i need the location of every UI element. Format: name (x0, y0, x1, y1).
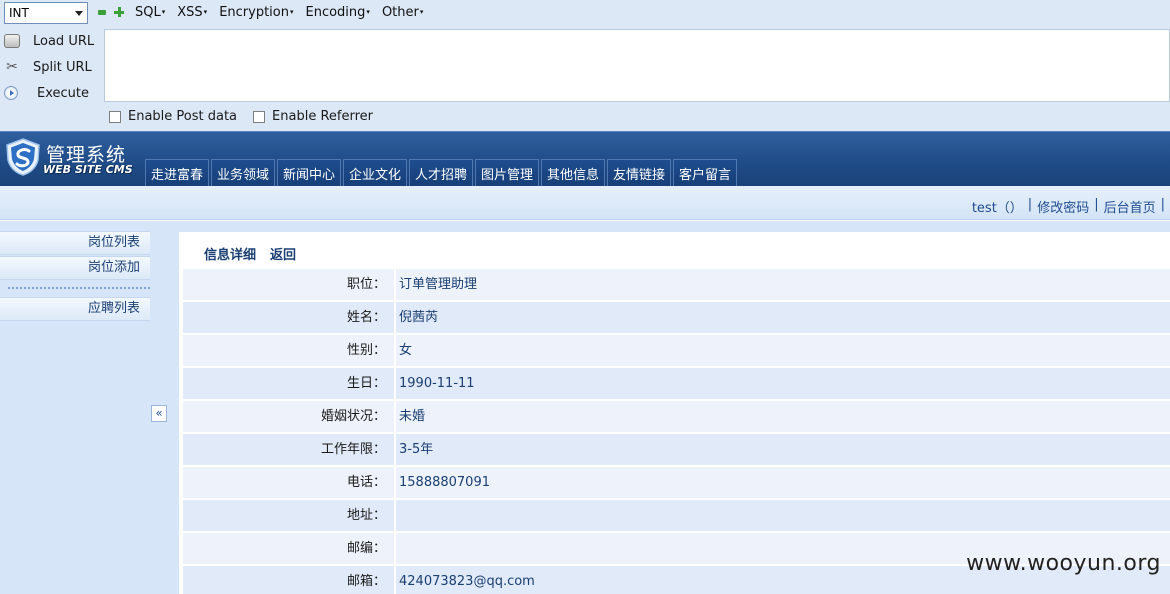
field-label: 工作年限： (183, 434, 396, 465)
split-url-button[interactable]: ✂ Split URL (0, 54, 104, 80)
separator: | (1027, 197, 1033, 212)
hackbar: INT SQL▾ XSS▾ Encryption▾ Encoding▾ Othe… (0, 0, 1170, 131)
menu-sql[interactable]: SQL▾ (135, 5, 165, 20)
collapse-sidebar-icon[interactable]: « (151, 405, 167, 422)
detail-table: 职位： 订单管理助理 姓名： 倪茜芮 性别： 女 生日： 1990-11-11 … (183, 269, 1170, 594)
shield-logo-icon (6, 138, 40, 176)
cms-header: 管理系统 WEB SITE CMS 走进富春 业务领域 新闻中心 企业文化 人才… (0, 131, 1170, 187)
scissors-icon: ✂ (6, 59, 18, 75)
sidebar-divider (8, 287, 150, 289)
logo-subtitle: WEB SITE CMS (43, 163, 133, 176)
hackbar-toolbar: INT SQL▾ XSS▾ Encryption▾ Encoding▾ Othe… (0, 0, 1170, 26)
field-label: 生日： (183, 368, 396, 399)
nav-item-news[interactable]: 新闻中心 (277, 159, 341, 187)
hackbar-actions: Load URL ✂ Split URL Execute (0, 28, 104, 106)
watermark: www.wooyun.org (966, 551, 1161, 576)
separator: | (1094, 197, 1099, 212)
sidebar-item-job-list[interactable]: 岗位列表 (0, 231, 150, 255)
menu-xss[interactable]: XSS▾ (177, 5, 207, 20)
main-nav: 走进富春 业务领域 新闻中心 企业文化 人才招聘 图片管理 其他信息 友情链接 … (145, 159, 739, 187)
user-links: test（） | 修改密码 | 后台首页 | (972, 197, 1170, 216)
field-label: 邮箱： (183, 566, 396, 594)
field-label: 婚姻状况： (183, 401, 396, 432)
field-value: 15888807091 (396, 467, 1170, 498)
load-url-icon (4, 34, 20, 48)
nav-item-culture[interactable]: 企业文化 (343, 159, 407, 187)
increase-icon[interactable] (114, 7, 124, 17)
decrease-icon[interactable] (98, 10, 106, 15)
menu-other[interactable]: Other▾ (382, 5, 423, 20)
nav-item-links[interactable]: 友情链接 (607, 159, 671, 187)
nav-item-images[interactable]: 图片管理 (475, 159, 539, 187)
table-row: 生日： 1990-11-11 (183, 368, 1170, 401)
menu-encryption[interactable]: Encryption▾ (219, 5, 293, 20)
field-value: 1990-11-11 (396, 368, 1170, 399)
sidebar-item-job-add[interactable]: 岗位添加 (0, 256, 150, 280)
enable-referrer-checkbox[interactable]: Enable Referrer (253, 109, 373, 124)
field-value: 3-5年 (396, 434, 1170, 465)
type-select[interactable]: INT (4, 2, 88, 24)
play-icon (4, 86, 18, 100)
table-row: 婚姻状况： 未婚 (183, 401, 1170, 434)
chevron-down-icon (75, 11, 83, 16)
table-row: 地址： (183, 500, 1170, 533)
type-select-value: INT (9, 6, 29, 20)
table-row: 性别： 女 (183, 335, 1170, 368)
nav-item-recruitment[interactable]: 人才招聘 (409, 159, 473, 187)
load-url-button[interactable]: Load URL (0, 28, 104, 54)
checkbox-box[interactable] (253, 110, 266, 123)
field-label: 电话： (183, 467, 396, 498)
menu-encoding[interactable]: Encoding▾ (306, 5, 370, 20)
field-value: 倪茜芮 (396, 302, 1170, 333)
hackbar-menus: SQL▾ XSS▾ Encryption▾ Encoding▾ Other▾ (135, 5, 435, 20)
sidebar: 岗位列表 岗位添加 应聘列表 (0, 221, 150, 594)
current-user[interactable]: test（） (972, 197, 1023, 216)
nav-item-messages[interactable]: 客户留言 (673, 159, 737, 187)
table-row: 姓名： 倪茜芮 (183, 302, 1170, 335)
user-bar: test（） | 修改密码 | 后台首页 | (0, 186, 1170, 220)
field-value: 未婚 (396, 401, 1170, 432)
execute-button[interactable]: Execute (0, 80, 104, 106)
table-row: 工作年限： 3-5年 (183, 434, 1170, 467)
field-value (396, 500, 1170, 531)
nav-item-other[interactable]: 其他信息 (541, 159, 605, 187)
detail-title: 信息详细 (204, 248, 257, 263)
change-password-link[interactable]: 修改密码 (1037, 197, 1089, 216)
enable-post-checkbox[interactable]: Enable Post data (109, 109, 237, 124)
detail-header: 信息详细 返回 (204, 244, 310, 263)
separator: | (1160, 197, 1165, 212)
field-value: 女 (396, 335, 1170, 366)
url-textarea[interactable] (104, 29, 1170, 102)
field-label: 邮编： (183, 533, 396, 564)
field-label: 职位： (183, 269, 396, 300)
nav-item-business[interactable]: 业务领域 (211, 159, 275, 187)
table-row: 电话： 15888807091 (183, 467, 1170, 500)
nav-item-about[interactable]: 走进富春 (145, 159, 209, 187)
back-link[interactable]: 返回 (270, 244, 296, 263)
table-row: 职位： 订单管理助理 (183, 269, 1170, 302)
field-label: 性别： (183, 335, 396, 366)
field-label: 姓名： (183, 302, 396, 333)
field-value: 订单管理助理 (396, 269, 1170, 300)
hackbar-options: Enable Post data Enable Referrer (109, 109, 389, 124)
checkbox-box[interactable] (109, 110, 121, 123)
field-label: 地址： (183, 500, 396, 531)
sidebar-item-applications[interactable]: 应聘列表 (0, 297, 150, 321)
admin-home-link[interactable]: 后台首页 (1104, 197, 1156, 216)
